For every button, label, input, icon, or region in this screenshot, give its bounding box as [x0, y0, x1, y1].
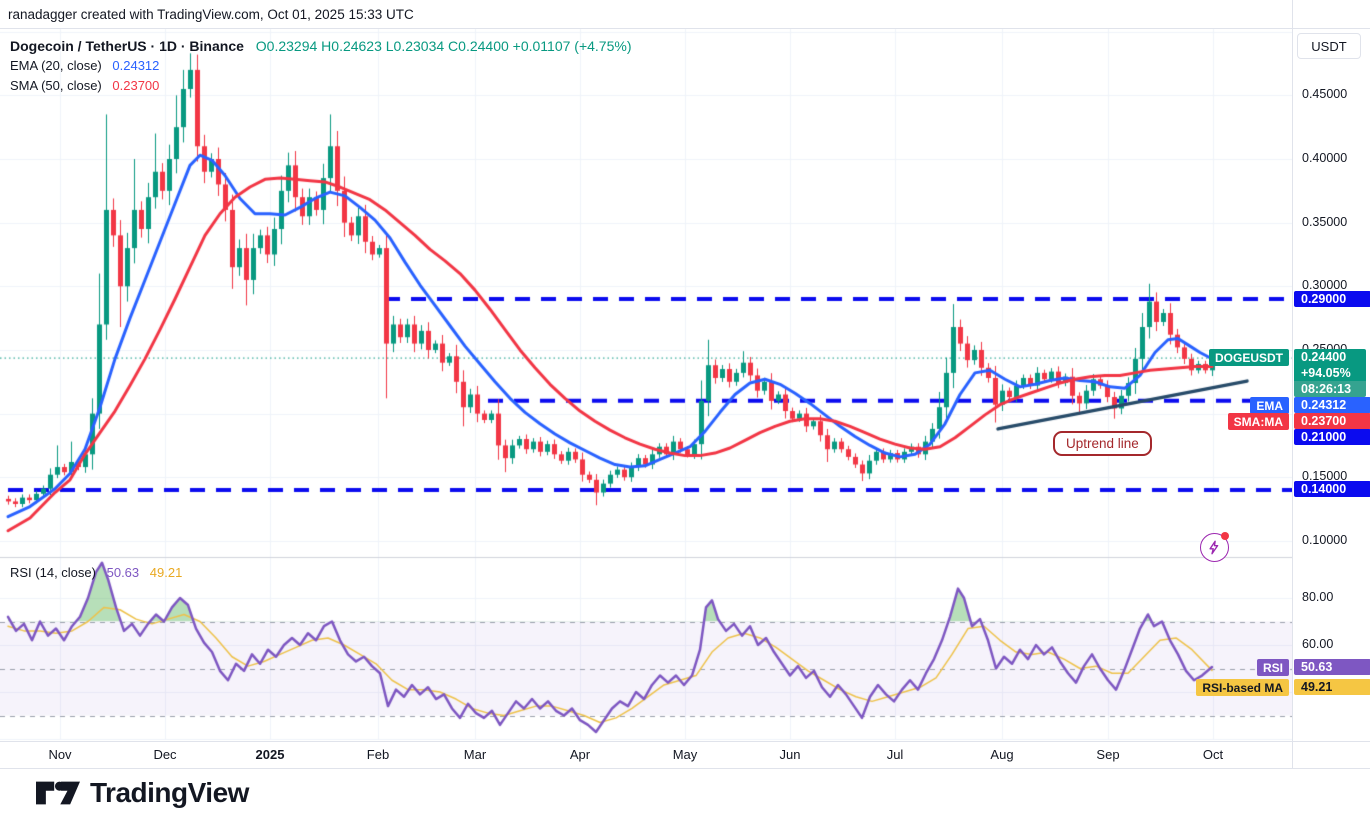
last-price-value: 0.24400	[1294, 349, 1366, 365]
footer-divider	[0, 768, 1370, 769]
time-axis-label: 2025	[240, 747, 300, 762]
price-axis-label: 0.35000	[1302, 215, 1347, 229]
price-axis-label: 0.10000	[1302, 533, 1347, 547]
sma-ma-chip: SMA:MA	[1228, 413, 1289, 430]
tradingview-logo-icon	[36, 778, 80, 808]
lightning-icon	[1207, 540, 1222, 555]
rsi-axis-label: 80.00	[1302, 590, 1333, 604]
rsi-value: 50.63	[107, 565, 140, 580]
rsi-based-ma-chip: RSI-based MA	[1196, 679, 1289, 696]
rsi-chip: RSI	[1257, 659, 1289, 676]
priceaxis-divider	[1292, 0, 1293, 768]
time-axis-label: Mar	[445, 747, 505, 762]
rsi-legend[interactable]: RSI (14, close) 50.63 49.21	[10, 563, 182, 583]
price-axis-label: 0.40000	[1302, 151, 1347, 165]
rsi-axis-label: 60.00	[1302, 637, 1333, 651]
ema-axis-badge: 0.24312	[1294, 397, 1370, 413]
time-axis-label: Feb	[348, 747, 408, 762]
legend-symbol-row[interactable]: Dogecoin / TetherUS · 1D · Binance O0.23…	[10, 36, 632, 56]
rsi-ma-axis-badge: 49.21	[1294, 679, 1370, 695]
watermark-text: ranadagger created with TradingView.com,…	[8, 7, 414, 22]
legend-ema-row[interactable]: EMA (20, close) 0.24312	[10, 56, 632, 76]
sma-axis-badge: 0.23700	[1294, 413, 1370, 429]
rsi-label: RSI (14, close)	[10, 565, 96, 580]
time-axis-label: Dec	[135, 747, 195, 762]
time-axis-label: Sep	[1078, 747, 1138, 762]
uptrend-line-label[interactable]: Uptrend line	[1053, 431, 1152, 456]
level-price-badge: 0.29000	[1294, 291, 1370, 307]
rsi-axis-badge: 50.63	[1294, 659, 1370, 675]
ema-label: EMA (20, close)	[10, 58, 102, 73]
lightning-button[interactable]	[1200, 533, 1229, 562]
tradingview-logo-text: TradingView	[90, 777, 249, 809]
level-price-badge: 0.21000	[1294, 429, 1370, 445]
sma-value: 0.23700	[112, 78, 159, 93]
legend: Dogecoin / TetherUS · 1D · Binance O0.23…	[10, 36, 632, 96]
time-axis-label: Oct	[1183, 747, 1243, 762]
time-axis-label: Nov	[30, 747, 90, 762]
last-price-change: +94.05%	[1294, 365, 1366, 381]
dogeusdt-chip: DOGEUSDT	[1209, 349, 1289, 366]
rsi-ma-value: 49.21	[150, 565, 183, 580]
tradingview-chart-window: ranadagger created with TradingView.com,…	[0, 0, 1370, 826]
header-divider	[0, 28, 1370, 29]
time-axis[interactable]: Nov Dec 2025 Feb Mar Apr May Jun Jul Aug Sep Oct	[0, 741, 1292, 768]
time-axis-label: Apr	[550, 747, 610, 762]
ema-chip: EMA	[1250, 397, 1289, 414]
symbol-title: Dogecoin / TetherUS · 1D · Binance	[10, 38, 244, 54]
chart-canvas[interactable]	[0, 28, 1292, 741]
currency-toggle-button[interactable]: USDT	[1297, 33, 1361, 59]
ohlc-values: O0.23294 H0.24623 L0.23034 C0.24400 +0.0…	[256, 38, 632, 54]
notification-dot	[1221, 532, 1229, 540]
ema-value: 0.24312	[112, 58, 159, 73]
sma-label: SMA (50, close)	[10, 78, 102, 93]
bar-countdown: 08:26:13	[1294, 381, 1366, 397]
time-axis-label: Jun	[760, 747, 820, 762]
time-axis-label: May	[655, 747, 715, 762]
legend-sma-row[interactable]: SMA (50, close) 0.23700	[10, 76, 632, 96]
last-price-badge: 0.24400 +94.05% 08:26:13	[1294, 349, 1366, 397]
timeaxis-divider	[0, 741, 1370, 742]
price-axis-label: 0.45000	[1302, 87, 1347, 101]
time-axis-label: Aug	[972, 747, 1032, 762]
time-axis-label: Jul	[865, 747, 925, 762]
tradingview-logo[interactable]: TradingView	[36, 777, 249, 809]
level-price-badge: 0.14000	[1294, 481, 1370, 497]
